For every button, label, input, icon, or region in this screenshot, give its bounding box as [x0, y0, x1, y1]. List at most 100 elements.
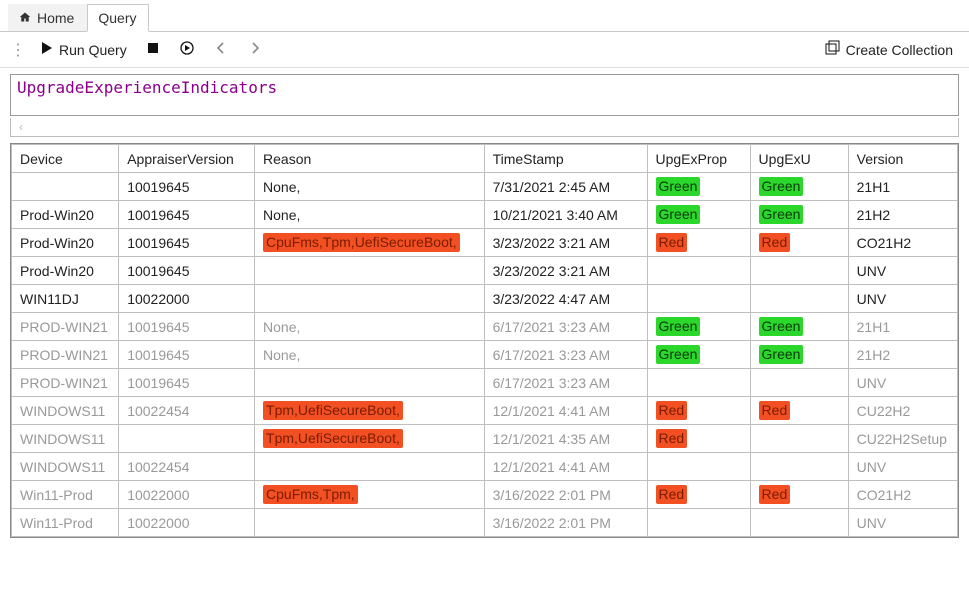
cell-appraiser[interactable]: 10019645	[119, 257, 255, 285]
cell-upgexu[interactable]: Green	[750, 341, 848, 369]
cell-timestamp[interactable]: 12/1/2021 4:35 AM	[484, 425, 647, 453]
cell-upgexu[interactable]: Red	[750, 481, 848, 509]
cell-appraiser[interactable]	[119, 425, 255, 453]
cell-device[interactable]: Win11-Prod	[12, 481, 119, 509]
tab-home[interactable]: Home	[8, 4, 87, 31]
cell-version[interactable]: UNV	[848, 453, 957, 481]
stop-button[interactable]	[139, 36, 167, 63]
cell-upgexprop[interactable]: Red	[647, 481, 750, 509]
run-query-button[interactable]: Run Query	[32, 36, 133, 63]
cell-reason[interactable]	[255, 453, 485, 481]
table-row[interactable]: Prod-Win2010019645CpuFms,Tpm,UefiSecureB…	[12, 229, 958, 257]
cell-upgexu[interactable]	[750, 285, 848, 313]
cell-version[interactable]: UNV	[848, 285, 957, 313]
cell-appraiser[interactable]: 10019645	[119, 229, 255, 257]
cell-upgexprop[interactable]	[647, 257, 750, 285]
cell-version[interactable]: 21H1	[848, 313, 957, 341]
cell-upgexu[interactable]: Green	[750, 173, 848, 201]
cell-upgexprop[interactable]	[647, 285, 750, 313]
column-header-upgexu[interactable]: UpgExU	[750, 145, 848, 173]
cell-version[interactable]: 21H1	[848, 173, 957, 201]
cell-upgexprop[interactable]: Red	[647, 229, 750, 257]
cell-device[interactable]: WIN11DJ	[12, 285, 119, 313]
cell-upgexu[interactable]: Red	[750, 397, 848, 425]
results-grid[interactable]: Device AppraiserVersion Reason TimeStamp…	[10, 143, 959, 538]
cell-upgexu[interactable]: Green	[750, 313, 848, 341]
replay-button[interactable]	[173, 36, 201, 63]
cell-appraiser[interactable]: 10019645	[119, 341, 255, 369]
cell-timestamp[interactable]: 7/31/2021 2:45 AM	[484, 173, 647, 201]
cell-reason[interactable]	[255, 285, 485, 313]
cell-timestamp[interactable]: 12/1/2021 4:41 AM	[484, 453, 647, 481]
cell-timestamp[interactable]: 12/1/2021 4:41 AM	[484, 397, 647, 425]
query-breadcrumb[interactable]: ‹	[10, 118, 959, 137]
cell-timestamp[interactable]: 6/17/2021 3:23 AM	[484, 313, 647, 341]
cell-device[interactable]: Prod-Win20	[12, 257, 119, 285]
cell-device[interactable]: WINDOWS11	[12, 425, 119, 453]
cell-version[interactable]: UNV	[848, 257, 957, 285]
cell-device[interactable]: Prod-Win20	[12, 201, 119, 229]
cell-appraiser[interactable]: 10022000	[119, 481, 255, 509]
cell-reason[interactable]: None,	[255, 201, 485, 229]
table-row[interactable]: Prod-Win2010019645None,10/21/2021 3:40 A…	[12, 201, 958, 229]
cell-reason[interactable]	[255, 509, 485, 537]
cell-upgexu[interactable]: Green	[750, 201, 848, 229]
column-header-device[interactable]: Device	[12, 145, 119, 173]
cell-upgexu[interactable]	[750, 425, 848, 453]
cell-timestamp[interactable]: 3/16/2022 2:01 PM	[484, 509, 647, 537]
cell-upgexu[interactable]: Red	[750, 229, 848, 257]
cell-upgexu[interactable]	[750, 453, 848, 481]
cell-appraiser[interactable]: 10019645	[119, 201, 255, 229]
cell-version[interactable]: 21H2	[848, 201, 957, 229]
table-row[interactable]: WINDOWS111002245412/1/2021 4:41 AMUNV	[12, 453, 958, 481]
cell-timestamp[interactable]: 3/16/2022 2:01 PM	[484, 481, 647, 509]
table-row[interactable]: Prod-Win2010019645None,7/31/2021 2:45 AM…	[12, 173, 958, 201]
cell-reason[interactable]: Tpm,UefiSecureBoot,	[255, 425, 485, 453]
cell-version[interactable]: 21H2	[848, 341, 957, 369]
cell-appraiser[interactable]: 10022000	[119, 509, 255, 537]
cell-reason[interactable]: Tpm,UefiSecureBoot,	[255, 397, 485, 425]
cell-device[interactable]: PROD-WIN21	[12, 341, 119, 369]
cell-device[interactable]: WINDOWS11	[12, 397, 119, 425]
cell-timestamp[interactable]: 6/17/2021 3:23 AM	[484, 369, 647, 397]
cell-upgexprop[interactable]	[647, 453, 750, 481]
cell-version[interactable]: CO21H2	[848, 481, 957, 509]
cell-upgexprop[interactable]	[647, 509, 750, 537]
cell-upgexu[interactable]	[750, 369, 848, 397]
cell-timestamp[interactable]: 3/23/2022 3:21 AM	[484, 229, 647, 257]
query-editor[interactable]: UpgradeExperienceIndicators	[10, 74, 959, 116]
create-collection-button[interactable]: Create Collection	[819, 36, 959, 63]
cell-version[interactable]: CO21H2	[848, 229, 957, 257]
cell-timestamp[interactable]: 3/23/2022 3:21 AM	[484, 257, 647, 285]
cell-appraiser[interactable]: 10022454	[119, 397, 255, 425]
cell-upgexprop[interactable]: Green	[647, 341, 750, 369]
cell-upgexprop[interactable]: Green	[647, 173, 750, 201]
cell-appraiser[interactable]: 10019645	[119, 369, 255, 397]
cell-version[interactable]: UNV	[848, 369, 957, 397]
cell-upgexu[interactable]	[750, 509, 848, 537]
column-header-upgexprop[interactable]: UpgExProp	[647, 145, 750, 173]
cell-device[interactable]: Prod-Win20	[12, 173, 119, 201]
column-header-reason[interactable]: Reason	[255, 145, 485, 173]
table-row[interactable]: PROD-WIN2110019645None,6/17/2021 3:23 AM…	[12, 341, 958, 369]
cell-timestamp[interactable]: 10/21/2021 3:40 AM	[484, 201, 647, 229]
cell-version[interactable]: CU22H2	[848, 397, 957, 425]
column-header-appraiser[interactable]: AppraiserVersion	[119, 145, 255, 173]
table-row[interactable]: Prod-Win2010019645 3/23/2022 3:21 AM UNV	[12, 257, 958, 285]
tab-query[interactable]: Query	[87, 4, 149, 32]
cell-reason[interactable]: CpuFms,Tpm,UefiSecureBoot,	[255, 229, 485, 257]
cell-timestamp[interactable]: 6/17/2021 3:23 AM	[484, 341, 647, 369]
column-header-version[interactable]: Version	[848, 145, 957, 173]
table-row[interactable]: WINDOWS11 Tpm,UefiSecureBoot,12/1/2021 4:…	[12, 425, 958, 453]
table-row[interactable]: Win11-Prod10022000CpuFms,Tpm,3/16/2022 2…	[12, 481, 958, 509]
column-header-timestamp[interactable]: TimeStamp	[484, 145, 647, 173]
table-row[interactable]: WINDOWS1110022454Tpm,UefiSecureBoot,12/1…	[12, 397, 958, 425]
back-button[interactable]	[207, 36, 235, 63]
cell-device[interactable]: PROD-WIN21	[12, 313, 119, 341]
cell-reason[interactable]: None,	[255, 313, 485, 341]
table-row[interactable]: PROD-WIN21100196456/17/2021 3:23 AMUNV	[12, 369, 958, 397]
cell-upgexprop[interactable]: Red	[647, 397, 750, 425]
table-row[interactable]: WIN11DJ100220003/23/2022 4:47 AMUNV	[12, 285, 958, 313]
cell-upgexprop[interactable]	[647, 369, 750, 397]
cell-appraiser[interactable]: 10022000	[119, 285, 255, 313]
